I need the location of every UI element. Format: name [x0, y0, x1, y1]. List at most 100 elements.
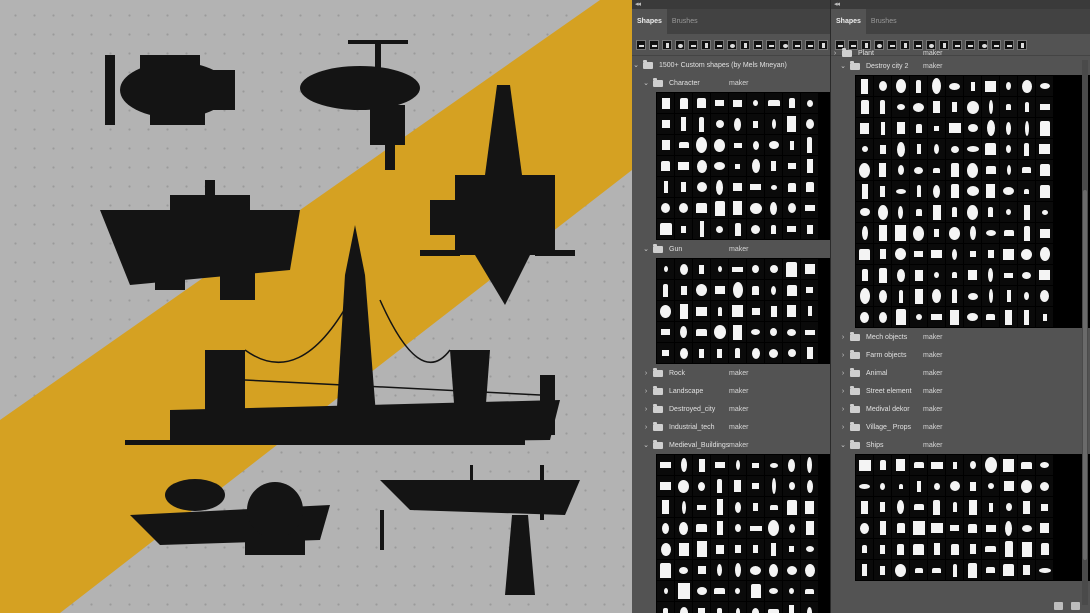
trash-icon[interactable]	[1071, 602, 1080, 610]
recent-shape-swatch[interactable]	[688, 39, 698, 50]
shape-thumbnail[interactable]	[964, 539, 981, 559]
shape-thumbnail[interactable]	[765, 455, 782, 475]
shape-thumbnail[interactable]	[765, 343, 782, 363]
shape-thumbnail[interactable]	[946, 476, 963, 496]
shape-thumbnail[interactable]	[982, 286, 999, 306]
shape-thumbnail[interactable]	[910, 518, 927, 538]
shape-thumbnail[interactable]	[783, 135, 800, 155]
shape-thumbnail[interactable]	[711, 560, 728, 580]
shape-thumbnail[interactable]	[910, 181, 927, 201]
recent-shape-swatch[interactable]	[701, 39, 711, 50]
shape-thumbnail[interactable]	[1036, 286, 1053, 306]
shape-thumbnail[interactable]	[711, 114, 728, 134]
shape-thumbnail[interactable]	[747, 455, 764, 475]
shape-thumbnail[interactable]	[874, 560, 891, 580]
shape-thumbnail[interactable]	[693, 602, 710, 613]
shape-thumbnail[interactable]	[801, 539, 818, 559]
shape-thumbnail[interactable]	[729, 280, 746, 300]
shape-thumbnail[interactable]	[910, 97, 927, 117]
shape-thumbnail[interactable]	[711, 602, 728, 613]
shape-thumbnail[interactable]	[657, 114, 674, 134]
shape-thumbnail[interactable]	[856, 265, 873, 285]
shape-thumbnail[interactable]	[657, 280, 674, 300]
chevron-right-icon[interactable]: ›	[839, 352, 847, 359]
shape-thumbnail[interactable]	[675, 301, 692, 321]
shape-thumbnail[interactable]	[910, 476, 927, 496]
shape-thumbnail[interactable]	[928, 118, 945, 138]
folder-row[interactable]: › Landscape maker	[632, 382, 830, 400]
shape-thumbnail[interactable]	[964, 518, 981, 538]
scrollbar-thumb[interactable]	[1083, 190, 1087, 560]
shape-thumbnail[interactable]	[801, 602, 818, 613]
shape-thumbnail[interactable]	[765, 560, 782, 580]
folder-row-root[interactable]: ⌄ 1500+ Custom shapes (by Mels Mneyan)	[632, 56, 830, 74]
shape-thumbnail[interactable]	[1036, 181, 1053, 201]
shape-thumbnail[interactable]	[783, 560, 800, 580]
shape-thumbnail[interactable]	[964, 181, 981, 201]
shape-thumbnail[interactable]	[657, 539, 674, 559]
shape-thumbnail[interactable]	[856, 560, 873, 580]
tab-shapes[interactable]: Shapes	[831, 9, 866, 34]
shape-thumbnail[interactable]	[693, 177, 710, 197]
shape-thumbnail[interactable]	[729, 301, 746, 321]
shape-thumbnail[interactable]	[801, 497, 818, 517]
shape-thumbnail[interactable]	[874, 181, 891, 201]
shape-thumbnail[interactable]	[856, 518, 873, 538]
shape-thumbnail[interactable]	[1036, 244, 1053, 264]
artwork-canvas[interactable]	[0, 0, 632, 613]
shape-thumbnail[interactable]	[801, 301, 818, 321]
shape-thumbnail[interactable]	[946, 286, 963, 306]
shape-thumbnail[interactable]	[1018, 455, 1035, 475]
shape-thumbnail[interactable]	[892, 202, 909, 222]
shape-thumbnail[interactable]	[874, 160, 891, 180]
folder-row[interactable]: › Medival dekor maker	[831, 400, 1090, 418]
shape-thumbnail[interactable]	[964, 76, 981, 96]
shape-thumbnail[interactable]	[783, 518, 800, 538]
shape-thumbnail[interactable]	[1018, 223, 1035, 243]
shape-thumbnail[interactable]	[693, 455, 710, 475]
shape-thumbnail[interactable]	[892, 76, 909, 96]
shape-thumbnail[interactable]	[729, 114, 746, 134]
shape-thumbnail[interactable]	[675, 497, 692, 517]
shape-thumbnail[interactable]	[675, 93, 692, 113]
shape-thumbnail[interactable]	[693, 497, 710, 517]
shape-thumbnail[interactable]	[946, 244, 963, 264]
shape-thumbnail[interactable]	[892, 244, 909, 264]
shape-thumbnail[interactable]	[1036, 539, 1053, 559]
shape-thumbnail[interactable]	[1000, 181, 1017, 201]
shape-thumbnail[interactable]	[657, 322, 674, 342]
shape-thumbnail[interactable]	[1018, 476, 1035, 496]
shape-thumbnail[interactable]	[928, 181, 945, 201]
shape-thumbnail[interactable]	[693, 219, 710, 239]
shape-thumbnail[interactable]	[928, 497, 945, 517]
shape-thumbnail[interactable]	[1018, 76, 1035, 96]
shape-thumbnail[interactable]	[675, 560, 692, 580]
shape-thumbnail[interactable]	[783, 343, 800, 363]
shape-thumbnail[interactable]	[801, 156, 818, 176]
shape-thumbnail[interactable]	[729, 539, 746, 559]
shape-thumbnail[interactable]	[874, 265, 891, 285]
shape-thumbnail[interactable]	[783, 322, 800, 342]
shape-thumbnail[interactable]	[765, 114, 782, 134]
shape-thumbnail[interactable]	[765, 219, 782, 239]
shape-thumbnail[interactable]	[747, 198, 764, 218]
shape-thumbnail[interactable]	[1000, 286, 1017, 306]
shape-thumbnail[interactable]	[892, 265, 909, 285]
shape-thumbnail[interactable]	[1036, 518, 1053, 538]
shape-thumbnail[interactable]	[856, 97, 873, 117]
shape-thumbnail[interactable]	[1000, 518, 1017, 538]
shape-thumbnail[interactable]	[711, 301, 728, 321]
panel-collapse-toggle[interactable]: ◂◂	[831, 0, 1090, 9]
shape-thumbnail[interactable]	[982, 223, 999, 243]
shape-thumbnail[interactable]	[765, 301, 782, 321]
shape-thumbnail[interactable]	[910, 160, 927, 180]
shape-thumbnail[interactable]	[729, 476, 746, 496]
shape-thumbnail[interactable]	[892, 139, 909, 159]
shape-thumbnail[interactable]	[711, 455, 728, 475]
shape-thumbnail[interactable]	[874, 476, 891, 496]
shape-thumbnail[interactable]	[729, 581, 746, 601]
shape-thumbnail[interactable]	[910, 497, 927, 517]
shape-thumbnail[interactable]	[982, 518, 999, 538]
shape-thumbnail[interactable]	[657, 581, 674, 601]
chevron-right-icon[interactable]: ›	[831, 50, 839, 57]
